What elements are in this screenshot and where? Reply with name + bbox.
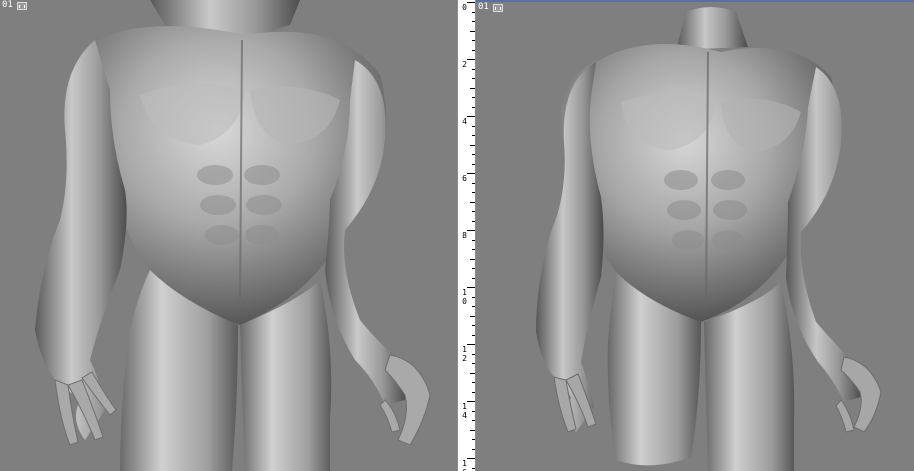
ruler-tick bbox=[472, 382, 475, 383]
ruler-tick bbox=[472, 78, 475, 79]
ruler-tick bbox=[472, 135, 475, 136]
ruler-tick bbox=[472, 106, 475, 108]
ruler-tick bbox=[472, 11, 475, 13]
ruler-tick bbox=[467, 401, 475, 402]
viewport-left-label: 01 bbox=[2, 0, 13, 10]
ruler-tick bbox=[472, 249, 475, 250]
ruler-tick bbox=[472, 353, 475, 355]
ruler-tick bbox=[472, 439, 475, 440]
viewport-left-header: 01 bbox=[2, 1, 27, 10]
viewport-right-label: 01 bbox=[478, 2, 489, 12]
maximize-icon[interactable] bbox=[16, 1, 27, 10]
ruler-tick bbox=[470, 372, 475, 374]
ruler-label: 2 bbox=[462, 60, 467, 69]
ruler-label: 6 bbox=[462, 174, 467, 183]
ruler-label: 0 bbox=[462, 297, 467, 306]
ruler-label: 4 bbox=[462, 411, 467, 420]
ruler-tick bbox=[470, 258, 475, 260]
viewport-right[interactable]: 01 bbox=[476, 0, 914, 471]
ruler-tick bbox=[470, 429, 475, 431]
maximize-icon[interactable] bbox=[492, 3, 503, 12]
ruler-tick bbox=[472, 68, 475, 70]
torso-model-right[interactable] bbox=[476, 2, 914, 471]
ruler-tick bbox=[472, 239, 475, 241]
modeling-app: 01 0 2 4 6 8 1 0 1 2 1 4 1 01 bbox=[0, 0, 914, 471]
ruler-tick bbox=[470, 30, 475, 32]
ruler-tick bbox=[467, 458, 475, 459]
ruler-tick bbox=[467, 287, 475, 288]
ruler-tick bbox=[470, 144, 475, 146]
ruler-tick bbox=[472, 277, 475, 279]
ruler-label: 1 bbox=[462, 288, 467, 297]
ruler-tick bbox=[472, 410, 475, 412]
ruler-tick bbox=[470, 315, 475, 317]
ruler-tick bbox=[472, 154, 475, 155]
ruler-tick bbox=[472, 21, 475, 22]
ruler-label: 4 bbox=[462, 117, 467, 126]
ruler-tick bbox=[467, 230, 475, 231]
ruler-tick bbox=[472, 334, 475, 336]
ruler-tick bbox=[467, 2, 475, 3]
ruler-tick bbox=[472, 125, 475, 127]
ruler-tick bbox=[472, 49, 475, 51]
viewport-left[interactable]: 01 bbox=[0, 0, 457, 471]
ruler-tick bbox=[472, 192, 475, 193]
ruler-tick bbox=[467, 116, 475, 117]
ruler-tick bbox=[472, 97, 475, 98]
ruler-tick bbox=[472, 306, 475, 307]
ruler-tick bbox=[472, 163, 475, 165]
vertical-ruler[interactable]: 0246810121416 bbox=[457, 0, 476, 471]
ruler-tick bbox=[472, 211, 475, 212]
ruler-tick bbox=[467, 173, 475, 174]
ruler-tick bbox=[467, 344, 475, 345]
ruler-tick bbox=[472, 363, 475, 364]
ruler-label: 1 bbox=[462, 345, 467, 354]
ruler-tick bbox=[472, 220, 475, 222]
ruler-tick bbox=[470, 201, 475, 203]
ruler-tick bbox=[472, 467, 475, 469]
ruler-tick bbox=[472, 391, 475, 393]
torso-model-left[interactable] bbox=[0, 0, 457, 471]
ruler-label: 2 bbox=[462, 354, 467, 363]
ruler-tick bbox=[472, 420, 475, 421]
ruler-tick bbox=[472, 268, 475, 269]
ruler-tick bbox=[467, 59, 475, 60]
ruler-tick bbox=[472, 448, 475, 450]
ruler-tick bbox=[472, 182, 475, 184]
ruler-tick bbox=[472, 296, 475, 298]
ruler-tick bbox=[472, 40, 475, 41]
ruler-label: 0 bbox=[462, 3, 467, 12]
ruler-tick bbox=[470, 87, 475, 89]
viewport-right-header: 01 bbox=[478, 3, 503, 12]
ruler-label: 1 bbox=[462, 402, 467, 411]
ruler-label: 8 bbox=[462, 231, 467, 240]
ruler-tick bbox=[472, 325, 475, 326]
ruler-label: 1 bbox=[462, 459, 467, 468]
